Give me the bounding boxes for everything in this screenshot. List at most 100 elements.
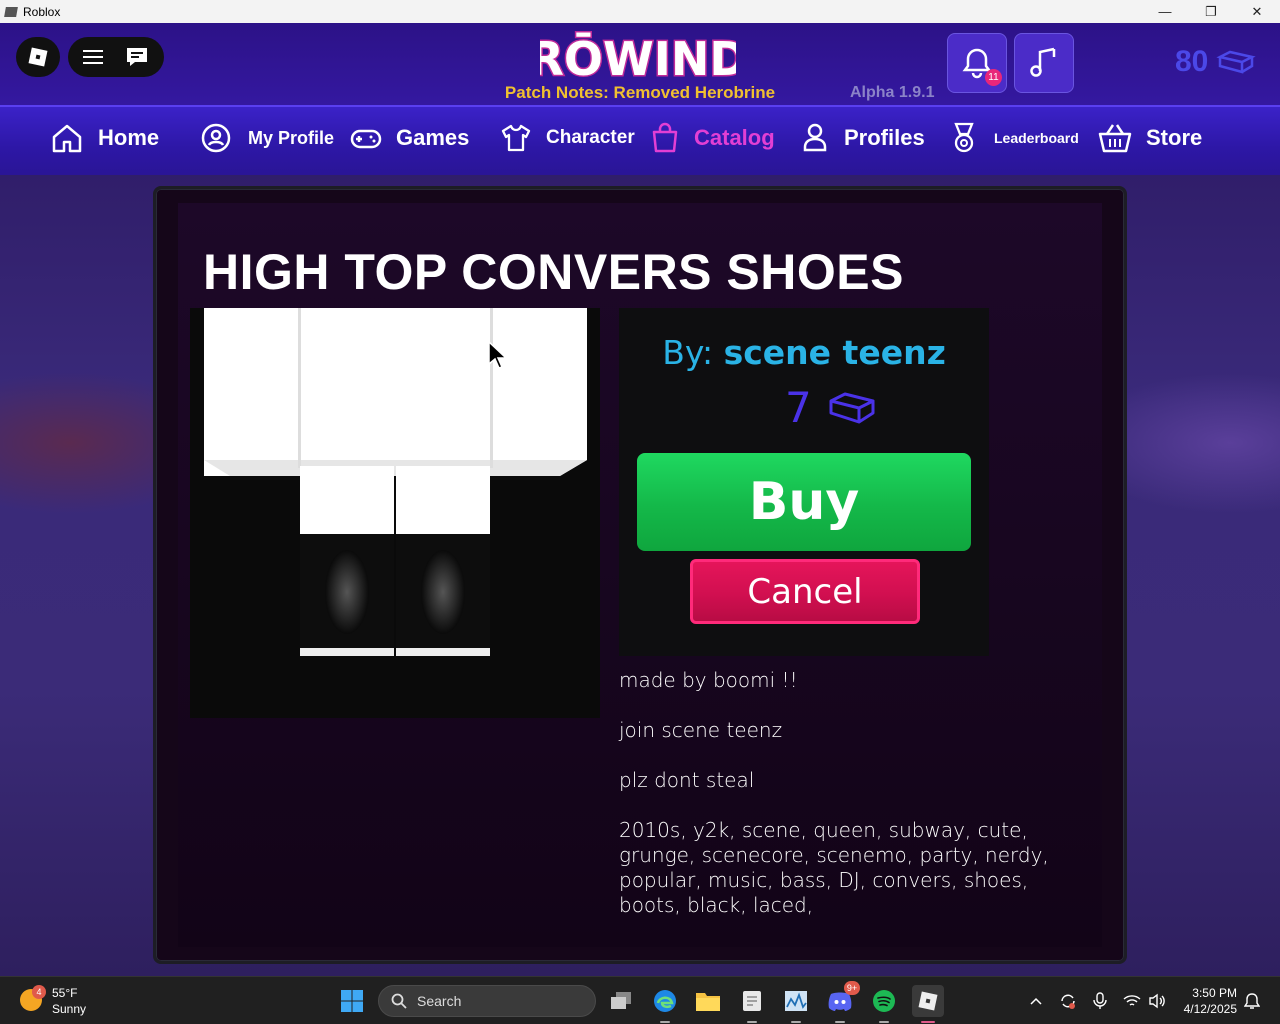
close-button[interactable]: ✕ [1234,0,1280,23]
nav-home[interactable]: Home [50,109,159,167]
running-indicator [879,1021,889,1023]
trophy-medal-icon [954,122,974,153]
nav-my-profile[interactable]: My Profile [200,109,334,167]
nav-my-profile-label: My Profile [248,127,335,148]
spotify-button[interactable] [868,985,900,1023]
microphone-tray-button[interactable] [1086,985,1114,1017]
running-indicator [660,1021,670,1023]
sync-icon [1061,994,1075,1009]
nav-profiles[interactable]: Profiles [800,109,925,167]
profile-circle-icon [201,123,231,153]
description-line: plz dont steal [619,768,755,792]
weather-badge: 4 [32,985,46,999]
version-label: Alpha 1.9.1 [850,84,935,101]
roblox-logo-icon [28,47,48,67]
notepad-button[interactable] [736,985,768,1023]
start-button[interactable] [336,985,368,1017]
volume-tray-button[interactable] [1143,985,1171,1017]
shirt-icon [501,124,531,152]
nav-store[interactable]: Store [1098,109,1202,167]
svg-text:RŌWIND: RŌWIND [540,32,736,86]
edge-button[interactable] [649,985,681,1023]
temperature: 55°F [52,986,78,1000]
creator-line: By: scene teenz [619,333,989,372]
running-indicator [791,1021,801,1023]
chevron-up-icon [1030,997,1042,1005]
nav-character-label: Character [546,127,635,148]
task-manager-button[interactable] [780,985,812,1023]
hamburger-icon[interactable] [83,50,103,64]
nav-games[interactable]: Games [350,109,469,167]
nav-home-label: Home [98,125,160,150]
show-hidden-icons-button[interactable] [1022,985,1050,1017]
brick-currency-icon [1216,50,1257,74]
rowind-logo: RŌWIND [540,31,736,88]
buy-button[interactable]: Buy [637,453,971,551]
music-button[interactable] [1014,33,1074,93]
discord-badge: 9+ [844,981,860,995]
taskbar: 4 55°F Sunny Search 9+ 3:50 PM 4/12/2025 [0,976,1280,1024]
description-line: join scene teenz [619,718,783,742]
spotify-icon [873,990,895,1012]
roblox-taskbar-button[interactable] [912,985,944,1023]
activity-chart-icon [785,991,807,1011]
currency-display: 80 [1175,45,1257,79]
clock-date: 4/12/2025 [1183,1002,1237,1016]
nav-catalog[interactable]: Catalog [650,109,775,167]
item-description: made by boomi !! join scene teenz plz do… [619,668,1079,943]
weather-widget[interactable]: 4 55°F Sunny [20,985,86,1017]
folder-icon [696,993,720,1011]
main-navbar [0,105,1280,175]
notification-center-button[interactable] [1240,985,1264,1017]
home-icon [52,124,82,153]
task-view-icon [611,992,631,1009]
nav-profiles-label: Profiles [844,125,925,150]
maximize-button[interactable]: ❐ [1188,0,1234,23]
game-viewport: RŌWIND Patch Notes: Removed Herobrine Al… [0,23,1280,976]
item-title: HIGH TOP CONVERS SHOES [203,244,904,300]
nav-leaderboard[interactable]: Leaderboard [948,109,1079,167]
notifications-button[interactable]: 11 [947,33,1007,93]
weather-condition: Sunny [52,1002,87,1016]
window-titlebar: Roblox — ❐ ✕ [0,0,1280,23]
chat-icon[interactable] [125,46,149,68]
nav-leaderboard-label: Leaderboard [994,130,1079,146]
roblox-app-icon [4,6,18,17]
wifi-icon [1123,995,1141,1006]
search-icon [391,993,407,1009]
edge-icon [654,990,676,1012]
patch-notes[interactable]: Patch Notes: Removed Herobrine [490,83,790,103]
shoe-template-image [204,308,587,656]
wifi-tray-button[interactable] [1118,985,1146,1017]
running-indicator [747,1021,757,1023]
minimize-button[interactable]: — [1142,0,1188,23]
windows-logo-icon [341,990,363,1012]
active-indicator [921,1021,935,1023]
taskbar-search[interactable]: Search [378,985,596,1017]
sun-icon: 4 [20,985,46,1013]
file-explorer-button[interactable] [692,985,724,1017]
speaker-icon [1149,993,1165,1009]
mouse-cursor-icon [488,340,507,369]
task-view-button[interactable] [605,985,637,1017]
nav-character[interactable]: Character [500,109,635,167]
cancel-button[interactable]: Cancel [690,559,920,624]
creator-name[interactable]: scene teenz [724,333,946,372]
currency-amount: 80 [1175,45,1209,78]
clock-time: 3:50 PM [1192,986,1237,1000]
music-note-icon [1030,47,1056,77]
search-placeholder: Search [417,993,462,1009]
by-prefix: By: [662,333,724,372]
item-price: 7 [785,383,876,432]
roblox-menu-button[interactable] [16,37,60,77]
sync-tray-button[interactable] [1054,985,1082,1017]
description-line: made by boomi !! [619,668,798,692]
nav-catalog-label: Catalog [694,125,775,150]
person-icon [803,123,827,152]
menu-chat-group [68,37,164,77]
brick-currency-icon [829,392,875,423]
discord-button[interactable]: 9+ [824,981,860,1023]
roblox-icon [918,991,938,1011]
gamepad-icon [350,129,382,149]
system-clock[interactable]: 3:50 PM 4/12/2025 [1175,985,1237,1017]
